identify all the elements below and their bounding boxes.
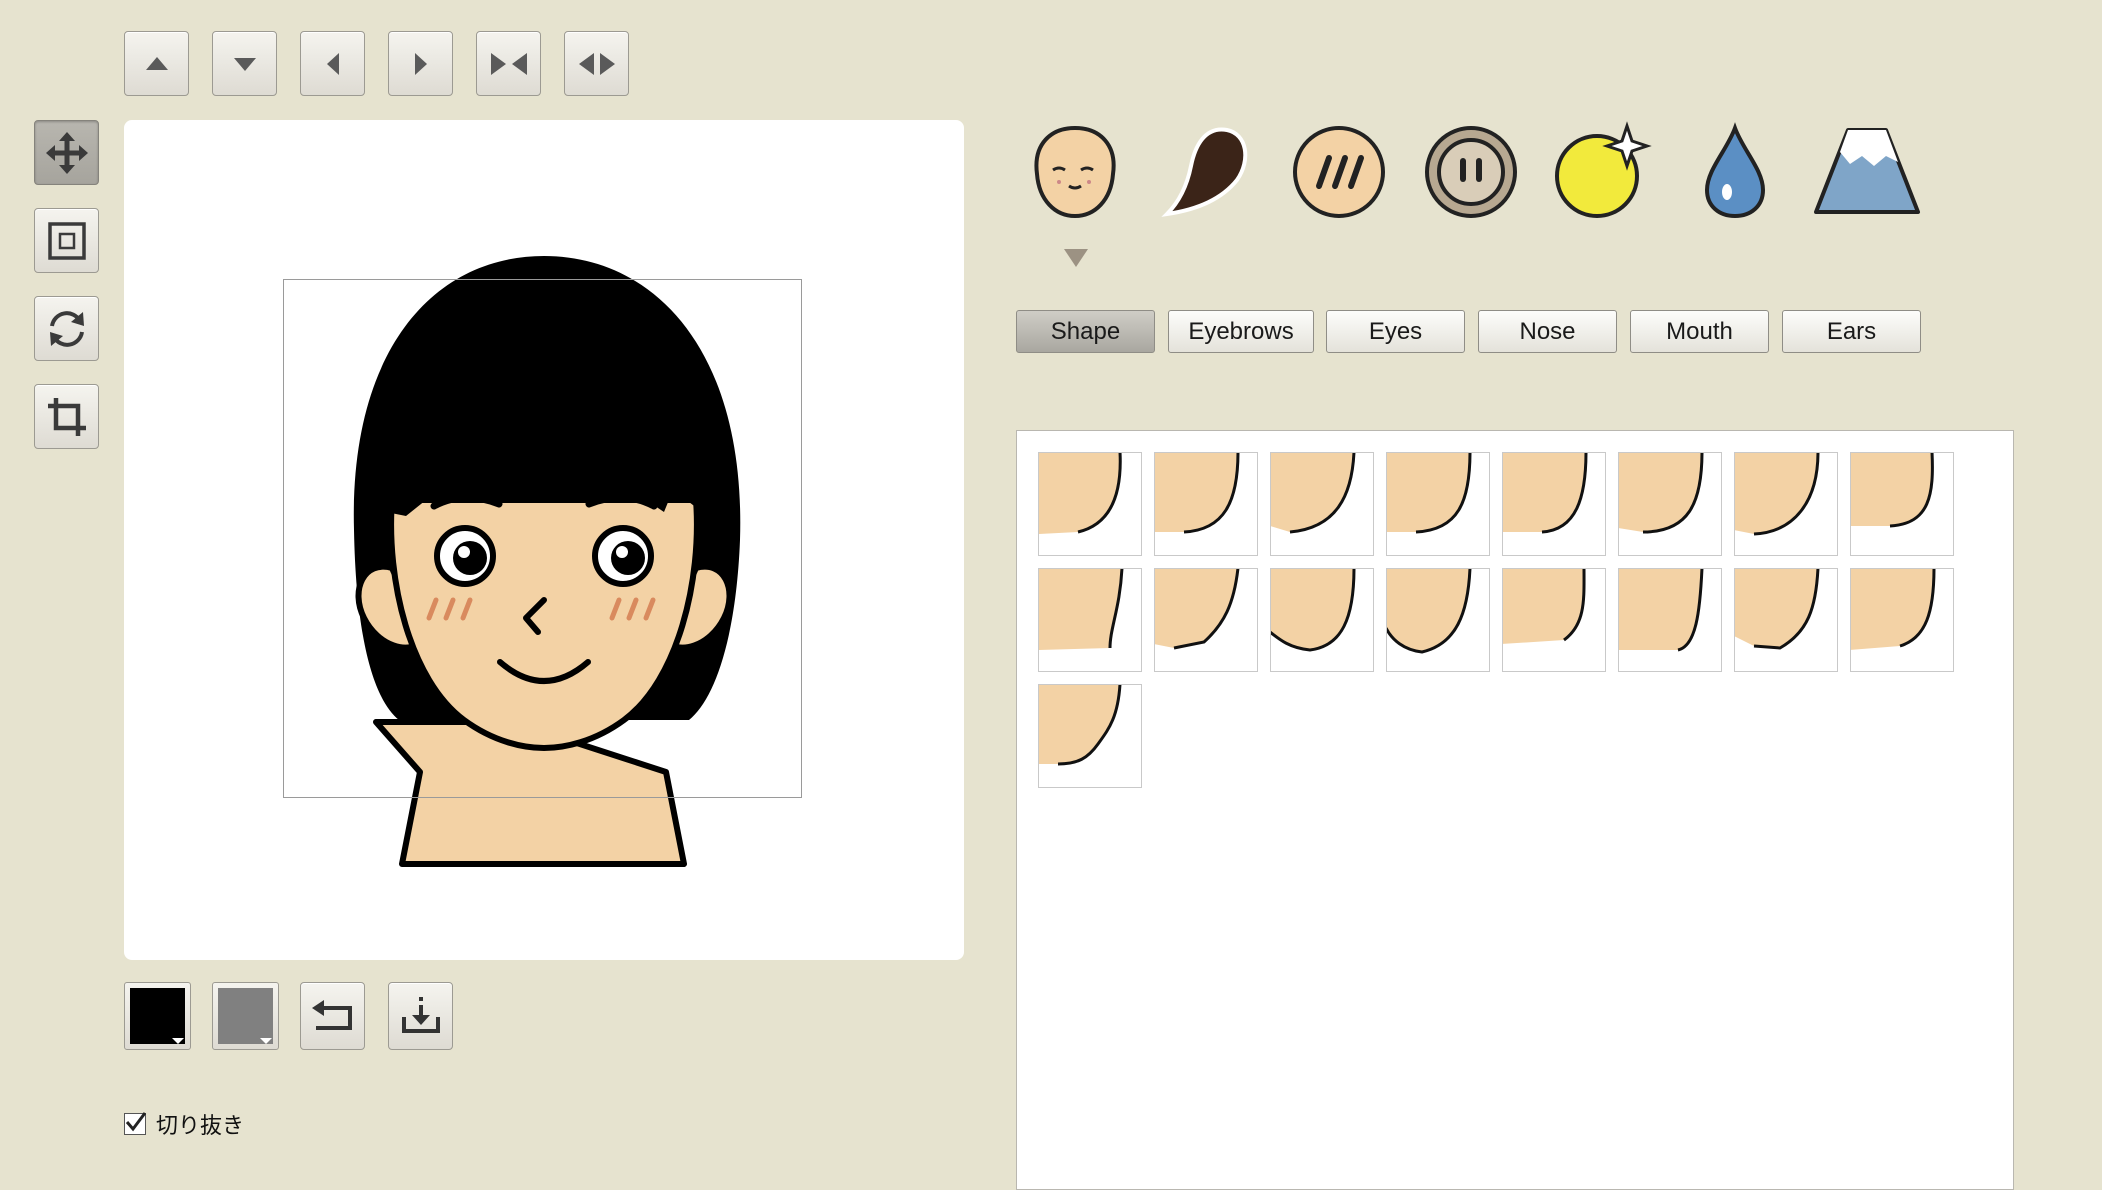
category-hair[interactable] xyxy=(1152,117,1262,227)
face-shape-option[interactable] xyxy=(1038,452,1142,556)
face-shape-option[interactable] xyxy=(1734,568,1838,672)
face-shape-option[interactable] xyxy=(1386,452,1490,556)
arrow-up-icon xyxy=(145,56,168,70)
hair-icon xyxy=(1161,127,1248,217)
face-shape-thumbnail-icon xyxy=(1271,453,1356,534)
flip-horizontal-in-icon xyxy=(490,52,527,75)
category-background[interactable] xyxy=(1812,117,1922,227)
cheek-blush-icon xyxy=(1293,126,1385,218)
resize-frame-icon xyxy=(47,221,86,260)
undo-icon xyxy=(311,1000,352,1030)
face-shape-option[interactable] xyxy=(1618,568,1722,672)
primary-color-swatch[interactable] xyxy=(124,982,191,1050)
face-shape-option[interactable] xyxy=(1850,452,1954,556)
dropdown-arrow-icon xyxy=(260,1038,272,1044)
face-shape-thumbnail-icon xyxy=(1851,569,1936,650)
frame-tool-button[interactable] xyxy=(34,208,99,273)
parts-panel xyxy=(1016,430,2014,1190)
download-button[interactable] xyxy=(388,982,453,1050)
face-shape-thumbnail-icon xyxy=(1039,453,1122,534)
move-up-button[interactable] xyxy=(124,31,189,96)
crop-checkbox[interactable] xyxy=(124,1112,146,1135)
avatar-canvas[interactable] xyxy=(124,120,964,960)
face-shape-option[interactable] xyxy=(1154,452,1258,556)
dropdown-arrow-icon xyxy=(172,1038,184,1044)
selected-category-indicator-icon xyxy=(1064,249,1088,267)
face-shape-option[interactable] xyxy=(1386,568,1490,672)
crop-option: 切り抜き xyxy=(124,1108,244,1140)
move-right-button[interactable] xyxy=(388,31,453,96)
face-shape-thumbnail-icon xyxy=(1619,569,1704,652)
face-shape-option[interactable] xyxy=(1270,452,1374,556)
category-face[interactable] xyxy=(1020,117,1130,227)
face-shape-option[interactable] xyxy=(1270,568,1374,672)
face-shape-option[interactable] xyxy=(1618,452,1722,556)
secondary-color-fill xyxy=(218,988,273,1044)
face-shape-thumbnail-icon xyxy=(1039,685,1122,766)
category-accessory[interactable] xyxy=(1416,117,1526,227)
face-shape-thumbnail-icon xyxy=(1387,569,1472,654)
face-icon xyxy=(1034,125,1116,219)
primary-color-fill xyxy=(130,988,185,1044)
rotate-tool-button[interactable] xyxy=(34,296,99,361)
button-accessory-icon xyxy=(1425,126,1517,218)
face-shape-option[interactable] xyxy=(1038,684,1142,788)
rotate-icon xyxy=(49,310,84,347)
download-icon xyxy=(401,997,440,1033)
category-cheeks[interactable] xyxy=(1284,117,1394,227)
sparkle-ball-icon xyxy=(1555,121,1652,218)
face-shape-thumbnail-icon xyxy=(1735,569,1820,650)
checkmark-icon xyxy=(125,1112,146,1132)
face-shape-option[interactable] xyxy=(1502,452,1606,556)
move-icon xyxy=(45,131,88,174)
flip-horizontal-out-icon xyxy=(578,52,615,75)
tab-nose[interactable]: Nose xyxy=(1478,310,1617,353)
crop-tool-button[interactable] xyxy=(34,384,99,449)
crop-frame[interactable] xyxy=(283,279,802,798)
face-shape-option[interactable] xyxy=(1154,568,1258,672)
face-shape-thumbnail-icon xyxy=(1735,453,1820,536)
face-shape-thumbnail-icon xyxy=(1039,569,1124,650)
face-shape-thumbnail-icon xyxy=(1503,569,1586,644)
widen-spacing-button[interactable] xyxy=(564,31,629,96)
tab-mouth[interactable]: Mouth xyxy=(1630,310,1769,353)
mountain-background-icon xyxy=(1814,128,1920,214)
face-shape-option[interactable] xyxy=(1850,568,1954,672)
move-left-button[interactable] xyxy=(300,31,365,96)
face-shape-thumbnail-icon xyxy=(1155,453,1240,534)
face-shape-option[interactable] xyxy=(1038,568,1142,672)
arrow-down-icon xyxy=(233,57,256,71)
narrow-spacing-button[interactable] xyxy=(476,31,541,96)
face-shape-option[interactable] xyxy=(1734,452,1838,556)
face-shape-thumbnail-icon xyxy=(1271,569,1356,652)
face-shape-thumbnail-icon xyxy=(1387,453,1472,534)
secondary-color-swatch[interactable] xyxy=(212,982,279,1050)
tab-eyes[interactable]: Eyes xyxy=(1326,310,1465,353)
face-shape-option[interactable] xyxy=(1502,568,1606,672)
tab-eyebrows[interactable]: Eyebrows xyxy=(1168,310,1314,353)
tab-ears[interactable]: Ears xyxy=(1782,310,1921,353)
tab-shape[interactable]: Shape xyxy=(1016,310,1155,353)
drop-icon xyxy=(1704,122,1766,219)
crop-icon xyxy=(47,397,86,436)
face-shape-thumbnail-icon xyxy=(1619,453,1704,534)
move-tool-button[interactable] xyxy=(34,120,99,185)
face-shape-thumbnail-icon xyxy=(1851,453,1934,528)
undo-button[interactable] xyxy=(300,982,365,1050)
face-shape-thumbnail-icon xyxy=(1503,453,1588,534)
arrow-left-icon xyxy=(326,52,339,75)
move-down-button[interactable] xyxy=(212,31,277,96)
face-shape-thumbnail-icon xyxy=(1155,569,1240,650)
crop-checkbox-label: 切り抜き xyxy=(156,1114,245,1139)
arrow-right-icon xyxy=(414,52,427,75)
category-sweat[interactable] xyxy=(1680,117,1790,227)
category-highlight[interactable] xyxy=(1548,117,1658,227)
